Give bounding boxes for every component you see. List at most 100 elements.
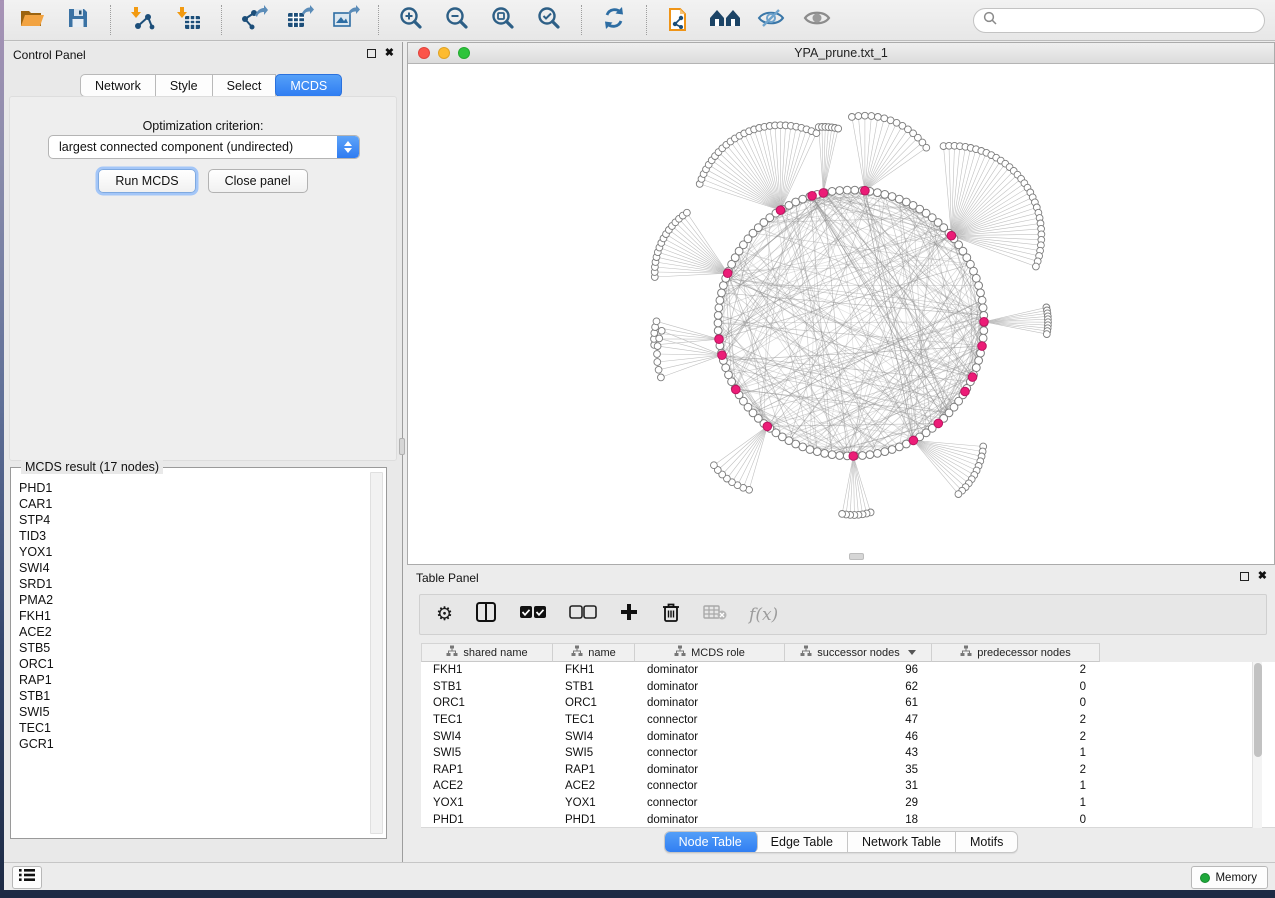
mcds-result-list[interactable]: PHD1CAR1STP4TID3YOX1SWI4SRD1PMA2FKH1ACE2…: [19, 480, 364, 834]
table-cell[interactable]: 0: [932, 681, 1100, 693]
table-cell[interactable]: 96: [785, 664, 932, 676]
network-canvas[interactable]: [408, 64, 1274, 564]
mcds-result-item[interactable]: YOX1: [19, 544, 364, 560]
table-cell[interactable]: ORC1: [421, 697, 553, 709]
search-input[interactable]: [1002, 13, 1255, 27]
table-cell[interactable]: 1: [932, 747, 1100, 759]
table-cell[interactable]: dominator: [635, 681, 785, 693]
table-cell[interactable]: 1: [932, 797, 1100, 809]
table-cell[interactable]: FKH1: [553, 664, 635, 676]
export-table-button[interactable]: [282, 4, 318, 36]
table-cell[interactable]: 0: [932, 697, 1100, 709]
table-row[interactable]: ORC1ORC1dominator610: [421, 695, 1275, 712]
table-scrollbar-thumb[interactable]: [1254, 663, 1262, 757]
import-table-button[interactable]: [171, 4, 207, 36]
mcds-result-item[interactable]: ORC1: [19, 656, 364, 672]
column-header-shared-name[interactable]: shared name: [421, 643, 553, 662]
table-cell[interactable]: STB1: [421, 681, 553, 693]
tab-select[interactable]: Select: [213, 74, 277, 97]
column-header-MCDS-role[interactable]: MCDS role: [635, 643, 785, 662]
share-document-button[interactable]: [661, 4, 697, 36]
table-row[interactable]: FKH1FKH1dominator962: [421, 662, 1275, 679]
table-row[interactable]: PHD1PHD1dominator180: [421, 811, 1275, 828]
table-cell[interactable]: TEC1: [421, 714, 553, 726]
table-row[interactable]: SWI5SWI5connector431: [421, 745, 1275, 762]
table-cell[interactable]: 2: [932, 664, 1100, 676]
column-header-name[interactable]: name: [553, 643, 635, 662]
table-cell[interactable]: 46: [785, 731, 932, 743]
tab-mcds[interactable]: MCDS: [275, 74, 342, 97]
mcds-result-item[interactable]: PHD1: [19, 480, 364, 496]
refresh-layout-button[interactable]: [596, 4, 632, 36]
table-cell[interactable]: TEC1: [553, 714, 635, 726]
mcds-result-item[interactable]: SRD1: [19, 576, 364, 592]
table-cell[interactable]: YOX1: [421, 797, 553, 809]
table-cell[interactable]: 43: [785, 747, 932, 759]
column-header-successor-nodes[interactable]: successor nodes: [785, 643, 932, 662]
mcds-result-item[interactable]: STB1: [19, 688, 364, 704]
export-network-button[interactable]: [236, 4, 272, 36]
mcds-result-item[interactable]: FKH1: [19, 608, 364, 624]
mcds-result-item[interactable]: STP4: [19, 512, 364, 528]
show-columns-button[interactable]: [475, 602, 497, 628]
table-cell[interactable]: 29: [785, 797, 932, 809]
hide-selected-button[interactable]: [753, 4, 789, 36]
table-cell[interactable]: 2: [932, 764, 1100, 776]
import-network-button[interactable]: [125, 4, 161, 36]
table-row[interactable]: RAP1RAP1dominator352: [421, 762, 1275, 779]
column-header-predecessor-nodes[interactable]: predecessor nodes: [932, 643, 1100, 662]
open-file-button[interactable]: [14, 4, 50, 36]
table-cell[interactable]: 2: [932, 714, 1100, 726]
task-history-button[interactable]: [12, 866, 42, 889]
table-cell[interactable]: connector: [635, 797, 785, 809]
mcds-list-scrollbar[interactable]: [370, 472, 383, 834]
vertical-splitter-grip[interactable]: [399, 438, 405, 455]
close-panel-button[interactable]: Close panel: [208, 169, 308, 193]
close-panel-icon[interactable]: ✖: [385, 48, 394, 59]
show-all-button[interactable]: [799, 4, 835, 36]
mcds-result-item[interactable]: TID3: [19, 528, 364, 544]
table-scrollbar[interactable]: [1252, 662, 1262, 828]
table-cell[interactable]: 31: [785, 780, 932, 792]
tab-motifs[interactable]: Motifs: [956, 832, 1017, 852]
table-cell[interactable]: dominator: [635, 814, 785, 826]
deselect-all-button[interactable]: [569, 602, 597, 628]
mcds-result-item[interactable]: SWI4: [19, 560, 364, 576]
close-panel-icon[interactable]: ✖: [1258, 571, 1267, 582]
table-row[interactable]: ACE2ACE2connector311: [421, 778, 1275, 795]
run-mcds-button[interactable]: Run MCDS: [98, 169, 195, 193]
table-cell[interactable]: 61: [785, 697, 932, 709]
float-panel-icon[interactable]: [1240, 572, 1249, 581]
mcds-result-item[interactable]: TEC1: [19, 720, 364, 736]
mcds-result-item[interactable]: GCR1: [19, 736, 364, 752]
table-cell[interactable]: YOX1: [553, 797, 635, 809]
float-panel-icon[interactable]: [367, 49, 376, 58]
sort-caret-icon[interactable]: [908, 650, 916, 655]
table-cell[interactable]: SWI4: [553, 731, 635, 743]
zoom-out-button[interactable]: [439, 4, 475, 36]
table-cell[interactable]: connector: [635, 747, 785, 759]
export-image-button[interactable]: [328, 4, 364, 36]
mcds-result-item[interactable]: CAR1: [19, 496, 364, 512]
table-cell[interactable]: SWI5: [421, 747, 553, 759]
delete-column-button[interactable]: [661, 602, 681, 628]
table-cell[interactable]: connector: [635, 780, 785, 792]
memory-button[interactable]: Memory: [1191, 866, 1268, 889]
table-cell[interactable]: STB1: [553, 681, 635, 693]
table-cell[interactable]: 62: [785, 681, 932, 693]
table-cell[interactable]: RAP1: [553, 764, 635, 776]
add-column-button[interactable]: [619, 602, 639, 628]
tab-network-table[interactable]: Network Table: [848, 832, 956, 852]
table-cell[interactable]: SWI5: [553, 747, 635, 759]
horizontal-splitter-grip[interactable]: [849, 553, 864, 560]
mcds-result-item[interactable]: PMA2: [19, 592, 364, 608]
table-cell[interactable]: ACE2: [553, 780, 635, 792]
table-cell[interactable]: dominator: [635, 697, 785, 709]
table-cell[interactable]: 47: [785, 714, 932, 726]
criterion-dropdown[interactable]: largest connected component (undirected): [48, 135, 360, 159]
table-cell[interactable]: PHD1: [421, 814, 553, 826]
table-settings-button[interactable]: ⚙: [436, 602, 453, 628]
zoom-fit-button[interactable]: [485, 4, 521, 36]
mcds-result-item[interactable]: SWI5: [19, 704, 364, 720]
table-cell[interactable]: dominator: [635, 731, 785, 743]
